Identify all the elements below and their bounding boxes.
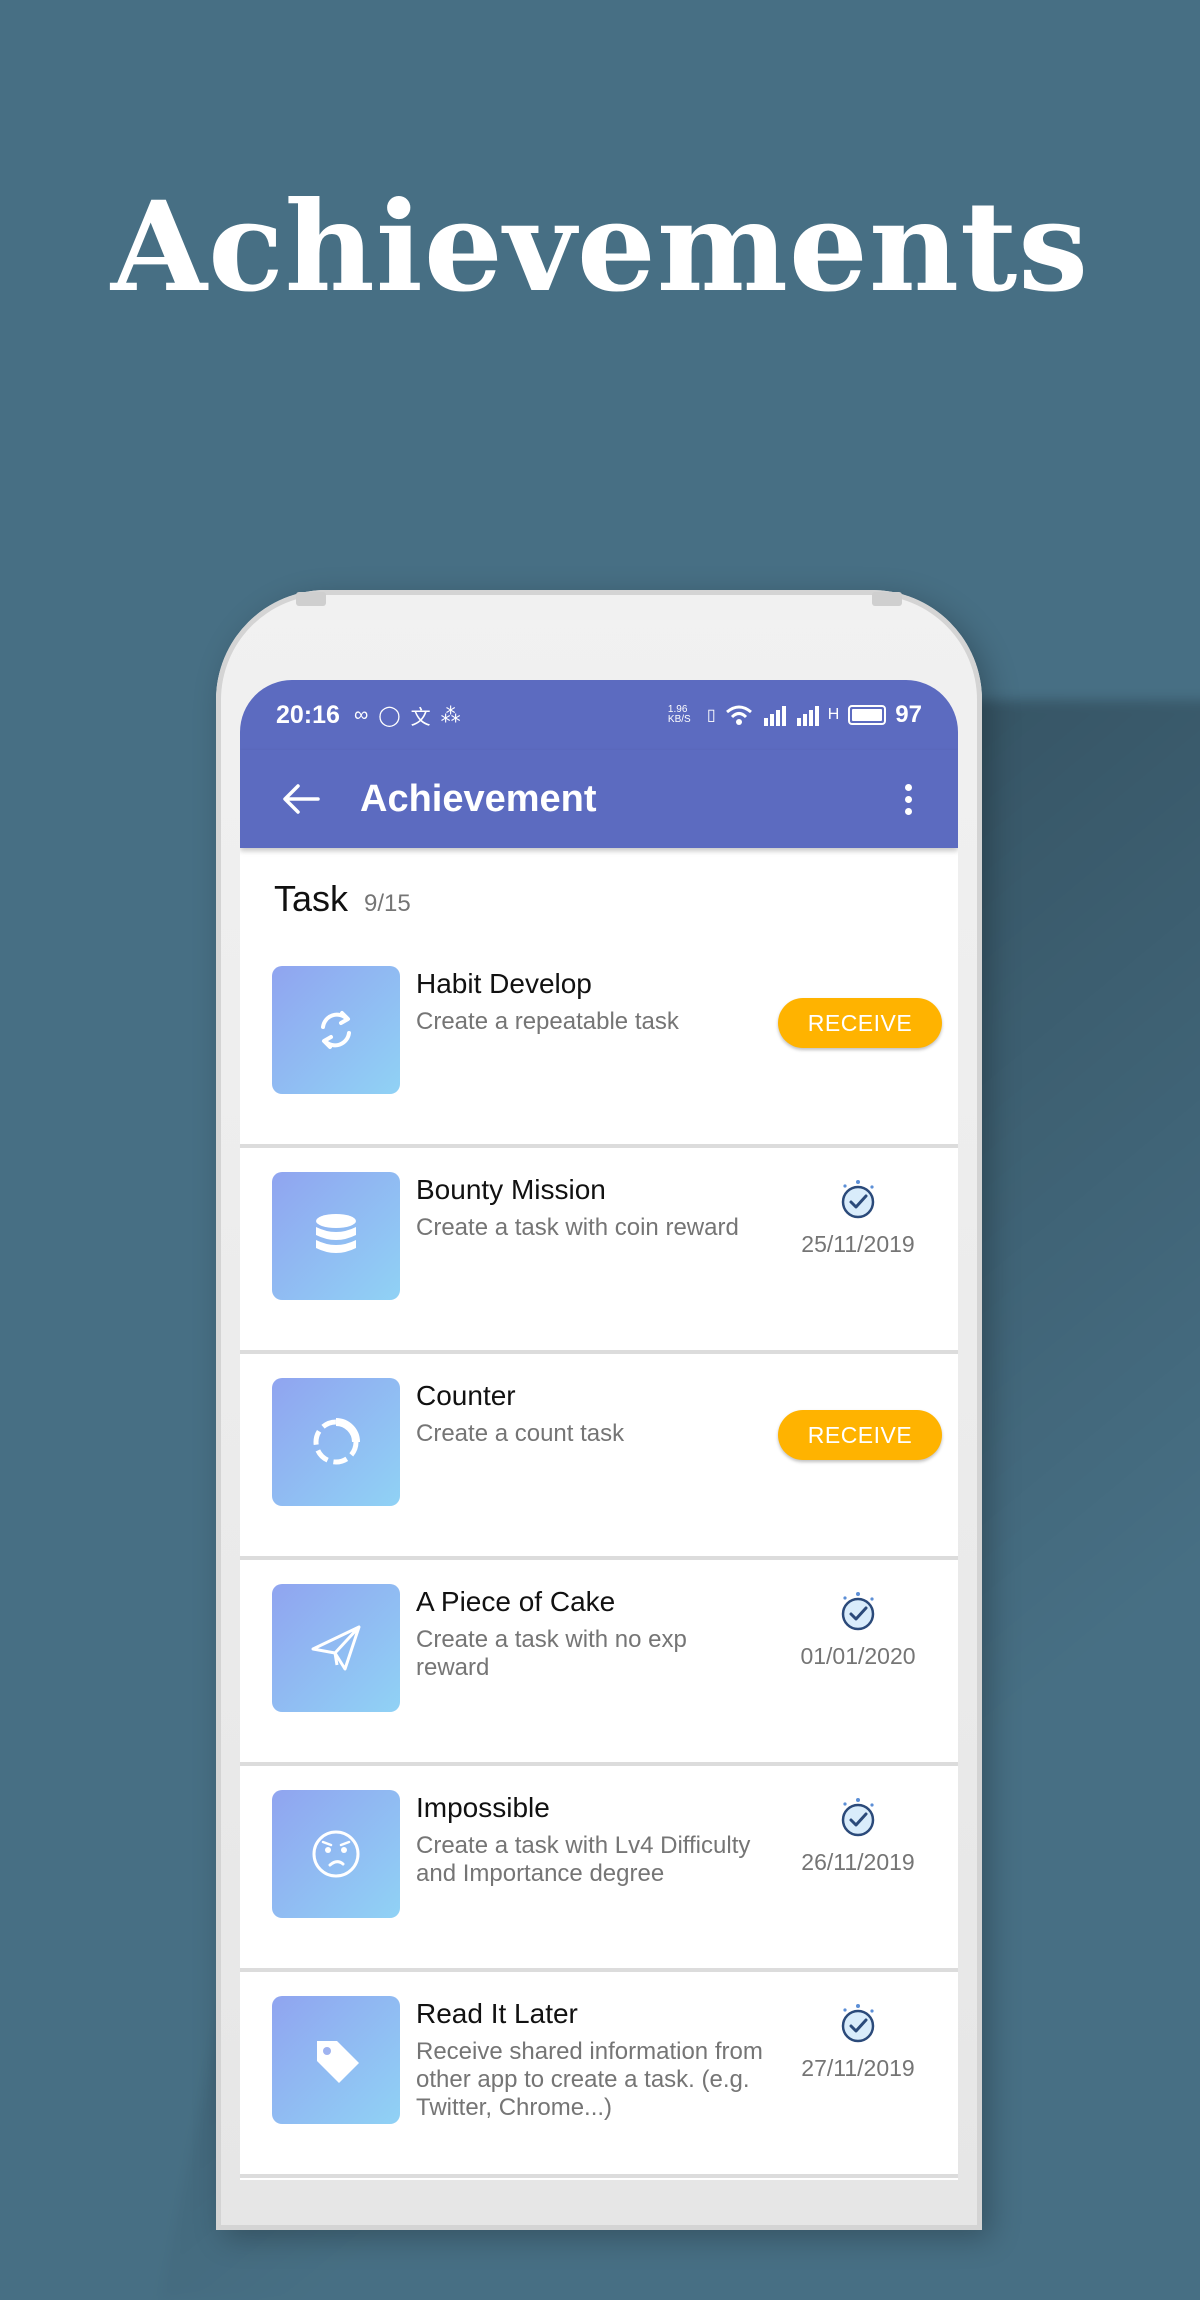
completed-date: 27/11/2019: [801, 2055, 915, 2081]
item-title: Read It Later: [416, 1998, 578, 2029]
list-item: Read It Later Receive shared information…: [240, 1972, 958, 2178]
signal-icon-2: [796, 706, 819, 726]
section-label: Task: [274, 878, 349, 919]
receive-button[interactable]: RECEIVE: [778, 1410, 942, 1460]
hd-icon: H: [827, 706, 840, 723]
tag-icon: [272, 1996, 400, 2124]
completed-date: 01/01/2020: [800, 1643, 916, 1669]
completed-date: 25/11/2019: [801, 1231, 915, 1257]
item-description: Create a count task: [416, 1420, 625, 1447]
receive-button[interactable]: RECEIVE: [778, 998, 942, 1048]
status-bar: 20:16 ∞ ◯ 文 ⁂ 1.96 KB/S ▯ H 97: [240, 680, 958, 750]
completed-check-icon: [841, 1798, 875, 1837]
vibrate-icon: ▯: [706, 707, 716, 724]
list-item: Bounty Mission Create a task with coin r…: [240, 1148, 958, 1354]
completed-status: 27/11/2019: [768, 2002, 948, 2082]
more-options-icon[interactable]: [888, 774, 928, 824]
completed-check-icon: [841, 1592, 875, 1631]
item-title: Habit Develop: [416, 968, 592, 999]
cluster-icon: ⁂: [440, 704, 461, 727]
item-description: Create a task with Lv4 Difficulty and Im…: [416, 1832, 751, 1887]
coins-icon: [272, 1172, 400, 1300]
worried-face-icon: [272, 1790, 400, 1918]
chat-bubble-icon: ◯: [378, 704, 401, 727]
item-title: A Piece of Cake: [416, 1586, 616, 1617]
infinity-icon: ∞: [353, 703, 369, 726]
item-description: Receive shared information from other ap…: [416, 2038, 763, 2121]
section-header: Task 9/15: [240, 848, 958, 942]
phone-button-right: [872, 592, 902, 606]
phone-screen: 20:16 ∞ ◯ 文 ⁂ 1.96 KB/S ▯ H 97 Achieveme…: [240, 680, 958, 2180]
wifi-icon: [725, 705, 752, 725]
net-speed: 1.96 KB/S: [667, 704, 691, 725]
signal-icon-1: [763, 706, 786, 726]
completed-check-icon: [841, 2004, 875, 2043]
phone-button-left: [296, 592, 326, 606]
item-description: Create a task with no exp reward: [416, 1626, 687, 1681]
section-count: 9/15: [364, 890, 411, 917]
app-bar-title: Achievement: [360, 777, 597, 820]
completed-check-icon: [841, 1180, 875, 1219]
completed-status: 25/11/2019: [768, 1178, 948, 1258]
list-item: Counter Create a count task RECEIVE: [240, 1354, 958, 1560]
back-arrow-icon[interactable]: [276, 774, 326, 824]
completed-status: 26/11/2019: [768, 1796, 948, 1876]
paper-plane-icon: [272, 1584, 400, 1712]
completed-status: 01/01/2020: [768, 1590, 948, 1670]
counter-ring-icon: [272, 1378, 400, 1506]
list-item: Habit Develop Create a repeatable task R…: [240, 942, 958, 1148]
repeat-icon: [272, 966, 400, 1094]
item-title: Impossible: [416, 1792, 550, 1823]
list-item: A Piece of Cake Create a task with no ex…: [240, 1560, 958, 1766]
completed-date: 26/11/2019: [801, 1849, 915, 1875]
status-system-icons: 1.96 KB/S ▯ H 97: [668, 701, 922, 729]
battery-level: 97: [895, 701, 922, 728]
status-notification-icons: ∞ ◯ 文 ⁂: [354, 701, 461, 730]
translate-icon: 文: [410, 706, 431, 729]
headline: Achievements: [110, 175, 1090, 320]
battery-icon: [848, 705, 887, 725]
item-title: Counter: [416, 1380, 516, 1411]
item-description: Create a repeatable task: [416, 1008, 679, 1035]
status-time: 20:16: [276, 700, 340, 729]
list-item: Impossible Create a task with Lv4 Diffic…: [240, 1766, 958, 1972]
item-title: Bounty Mission: [416, 1174, 606, 1205]
item-description: Create a task with coin reward: [416, 1214, 739, 1241]
app-bar: Achievement: [240, 750, 958, 848]
